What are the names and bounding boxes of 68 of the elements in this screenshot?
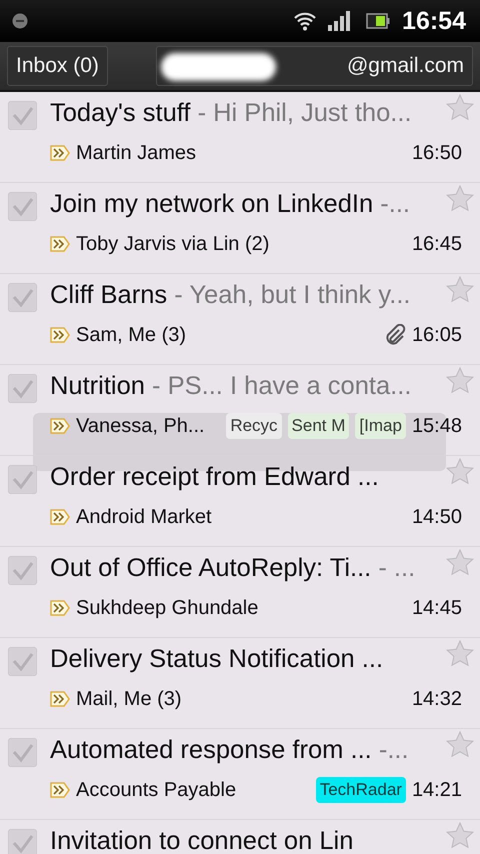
importance-marker-icon [50, 509, 70, 525]
clock-time: 16:54 [402, 6, 466, 36]
email-sender: Vanessa, Ph... [76, 414, 206, 438]
checkbox[interactable] [8, 829, 37, 854]
email-sender: Android Market [76, 506, 213, 528]
checkbox[interactable] [8, 465, 37, 494]
importance-marker-icon [50, 600, 70, 616]
email-sender: Mail, Me (3) [76, 688, 183, 710]
label-tag: TechRadar [316, 777, 406, 803]
email-time: 14:21 [412, 778, 462, 802]
importance-marker-icon [50, 691, 70, 707]
email-subject: Cliff Barns [50, 280, 168, 310]
email-subject: Invitation to connect on Lin [50, 826, 354, 854]
star-icon[interactable] [446, 367, 474, 395]
email-time: 14:50 [412, 506, 462, 528]
inbox-button[interactable]: Inbox (0) [7, 46, 108, 86]
star-icon[interactable] [446, 640, 474, 668]
email-snippet: - Hi Phil, Just tho... [196, 98, 412, 128]
email-snippet: -... [378, 736, 409, 764]
importance-marker-icon [50, 145, 70, 161]
notification-icon [12, 13, 28, 29]
email-sender: Sam, Me (3) [76, 324, 188, 346]
star-icon[interactable] [446, 549, 474, 577]
star-icon[interactable] [446, 94, 474, 122]
signal-icon [328, 11, 352, 31]
email-subject: Today's stuff [50, 98, 190, 128]
email-snippet: - Yeah, but I think y... [173, 280, 411, 310]
importance-marker-icon [50, 782, 70, 798]
email-time: 16:45 [412, 232, 462, 256]
checkbox[interactable] [8, 647, 37, 676]
checkbox[interactable] [8, 738, 37, 767]
email-time: 14:45 [412, 596, 462, 620]
checkbox[interactable] [8, 374, 37, 403]
account-button[interactable]: @gmail.com [156, 46, 473, 86]
email-time: 14:32 [412, 688, 462, 710]
label-tag: Sent M [288, 413, 350, 439]
wifi-icon [294, 11, 316, 31]
email-subject: Nutrition [50, 372, 145, 400]
star-icon[interactable] [446, 731, 474, 759]
email-sender: Accounts Payable [76, 778, 238, 802]
email-subject: Order receipt from Edward ... [50, 462, 379, 492]
importance-marker-icon [50, 418, 70, 434]
email-subject: Delivery Status Notification ... [50, 644, 384, 674]
importance-marker-icon [50, 236, 70, 252]
email-snippet: - PS... I have a conta... [151, 372, 412, 400]
checkbox[interactable] [8, 192, 37, 221]
checkbox[interactable] [8, 101, 37, 130]
email-sender: Toby Jarvis via Lin (2) [76, 232, 270, 256]
battery-icon [366, 13, 390, 29]
email-time: 16:50 [412, 142, 462, 164]
importance-marker-icon [50, 327, 70, 343]
email-sender: Martin James [76, 142, 198, 164]
email-sender: Sukhdeep Ghundale [76, 596, 260, 620]
label-tag: [Imap [355, 413, 406, 439]
email-subject: Join my network on LinkedIn [50, 190, 374, 218]
star-icon[interactable] [446, 458, 474, 486]
email-time: 15:48 [412, 414, 462, 438]
email-time: 16:05 [412, 324, 462, 346]
checkbox[interactable] [8, 283, 37, 312]
email-snippet: - ... [377, 554, 416, 582]
email-subject: Out of Office AutoReply: Ti... [50, 554, 372, 582]
star-icon[interactable] [446, 276, 474, 304]
email-snippet: -... [379, 190, 410, 218]
star-icon[interactable] [446, 185, 474, 213]
email-subject: Automated response from ... [50, 736, 372, 764]
label-tag: Recyc [226, 413, 282, 439]
checkbox[interactable] [8, 556, 37, 585]
star-icon[interactable] [446, 822, 474, 850]
